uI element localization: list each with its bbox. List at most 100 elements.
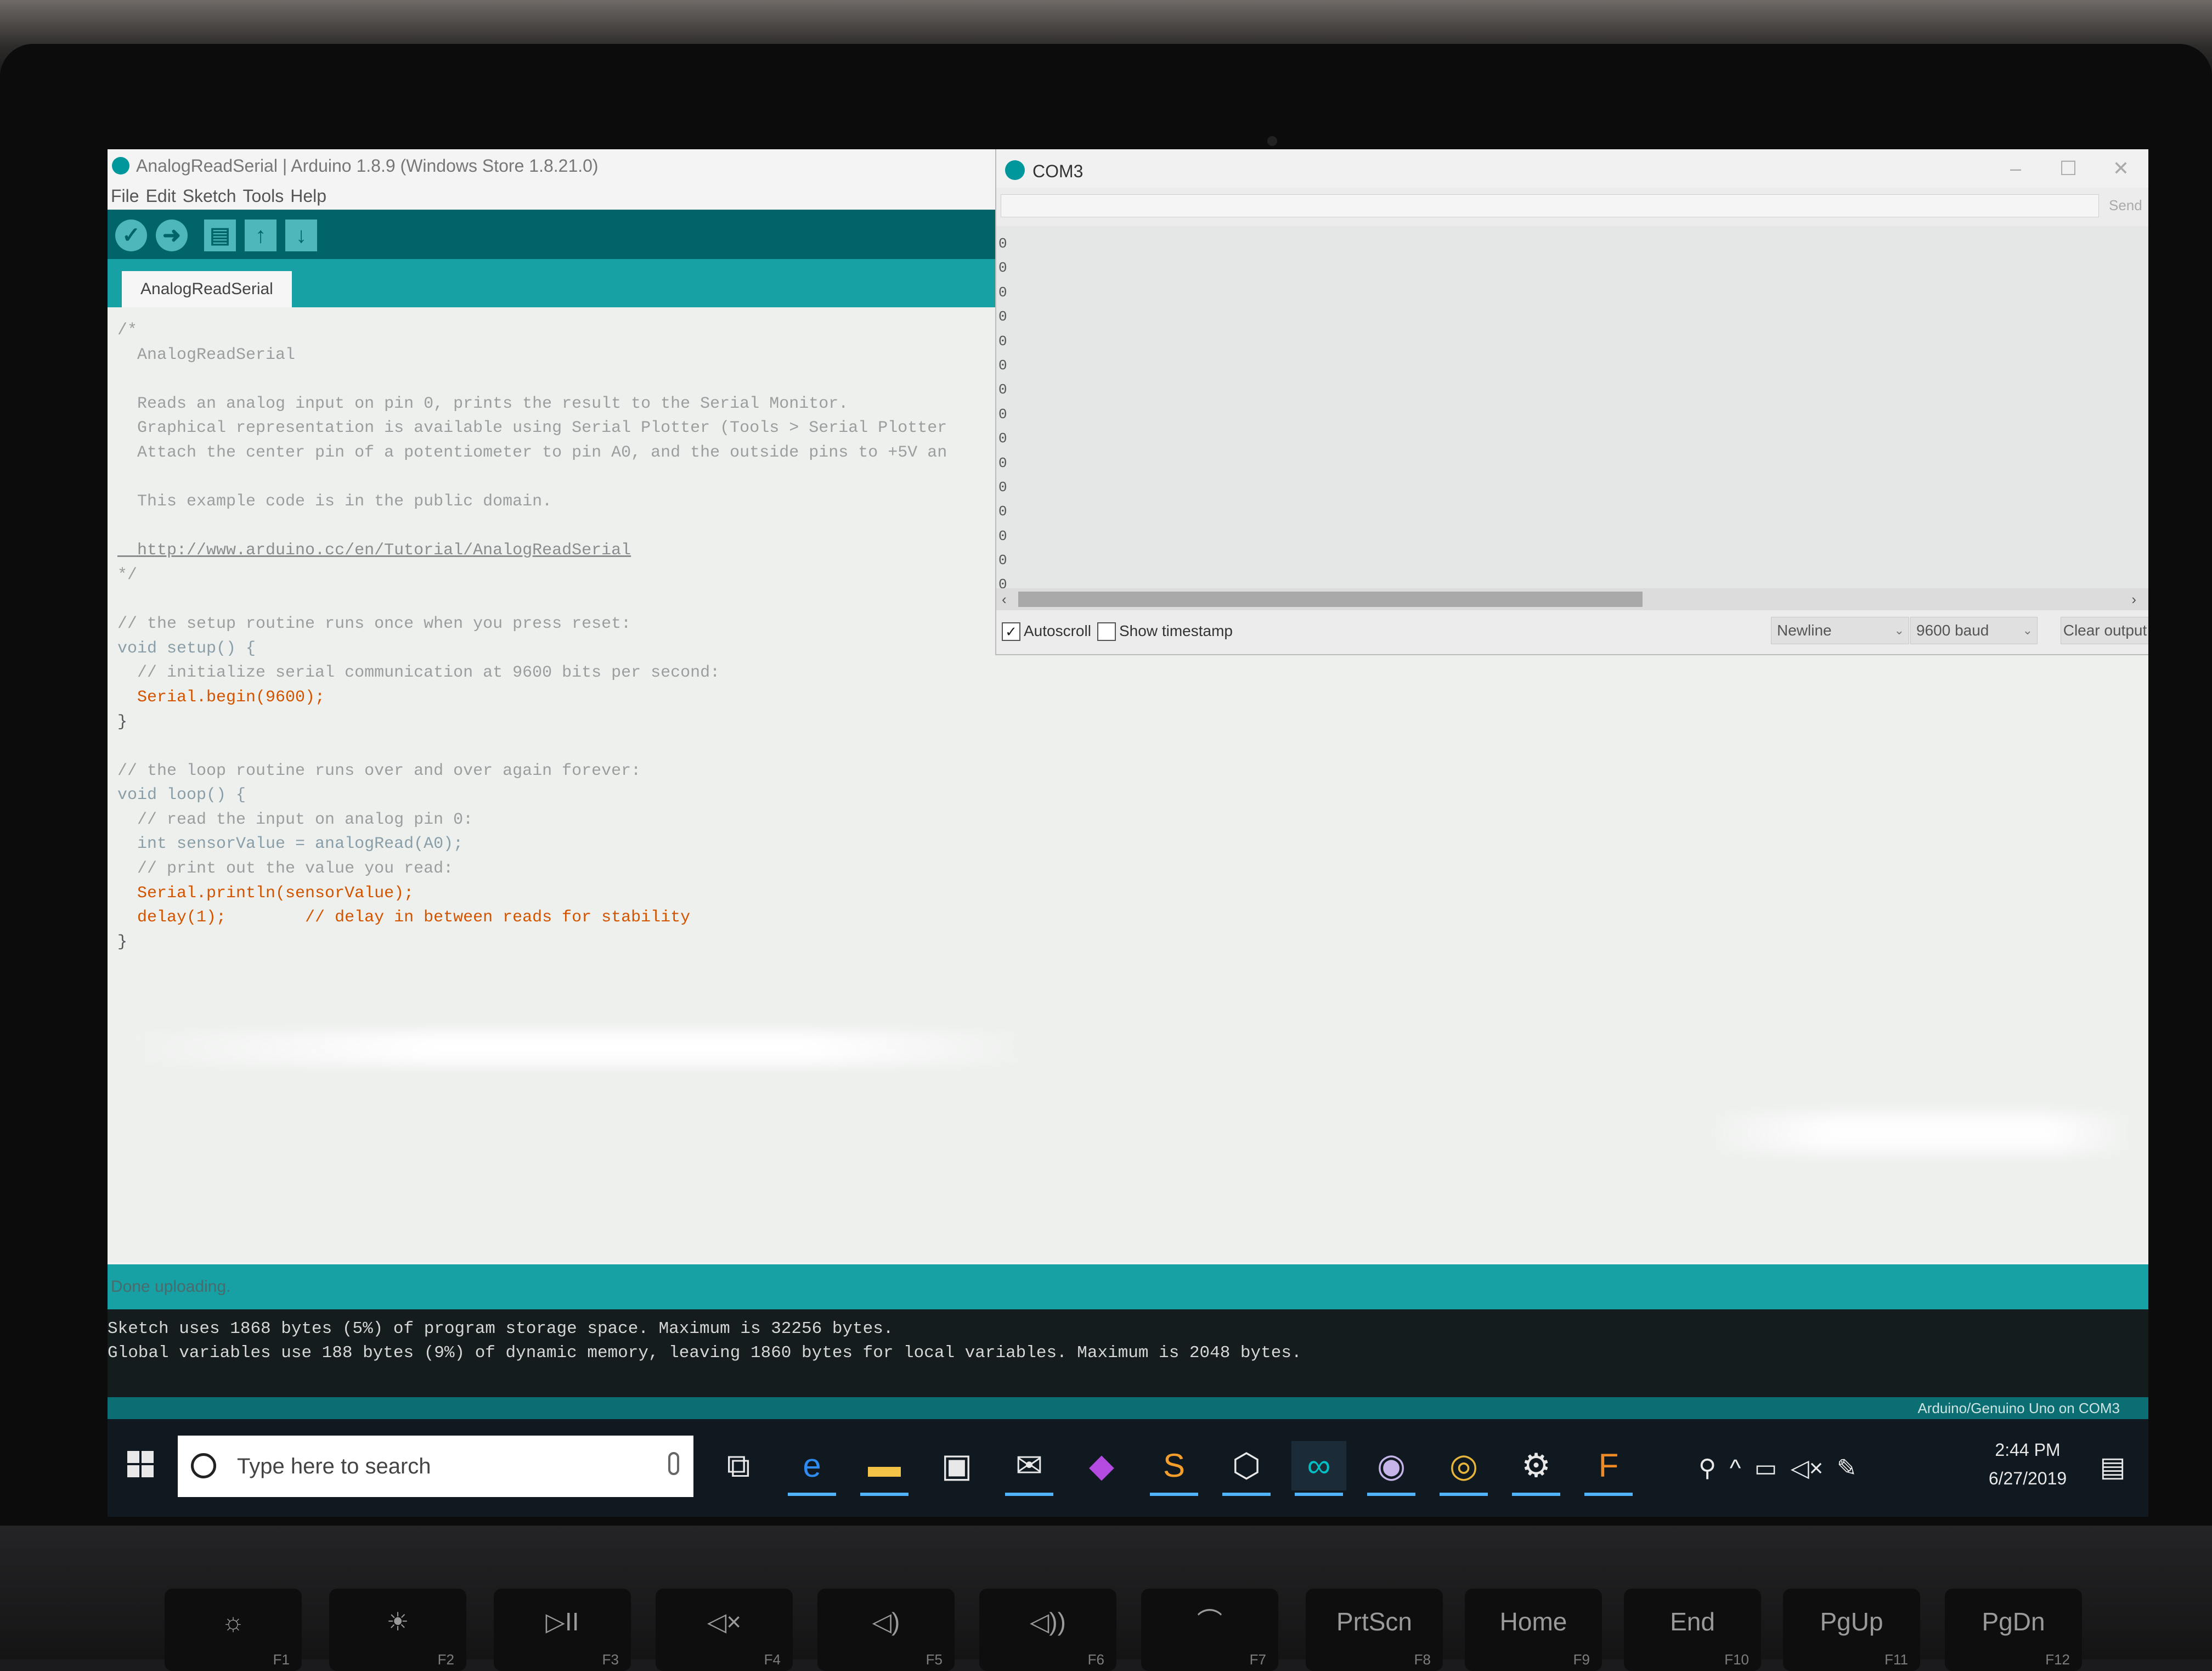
save-sketch-button[interactable]: ↓ xyxy=(285,220,317,251)
serial-output-line: 0 xyxy=(998,503,1007,520)
key-label: ▷II xyxy=(545,1607,579,1636)
windows-taskbar: Type here to search ⧉ e ▬ ▣ ✉ ◆ S ⬡ ∞ ◉ … xyxy=(108,1419,2148,1517)
keyboard: ☼ F1 ☀ F2 ▷II F3 ◁× F4 ◁) F5 ◁)) F6 ⌒ F7 PrtScn F8 Home F… xyxy=(0,1526,2212,1671)
maximize-icon: ☐ xyxy=(2059,157,2078,179)
code-text: /* AnalogReadSerial Reads an analog inpu… xyxy=(117,318,947,954)
serial-output-line: 0 xyxy=(998,308,1007,325)
volume-muted-icon[interactable]: ◁× xyxy=(1791,1455,1824,1482)
show-timestamp-checkbox[interactable] xyxy=(1097,622,1116,641)
keyboard-key[interactable]: ☀ F2 xyxy=(329,1589,466,1671)
sublime-icon[interactable]: S xyxy=(1147,1441,1201,1496)
key-fn-label: F8 xyxy=(1414,1651,1431,1668)
keyboard-key[interactable]: Home F9 xyxy=(1465,1589,1602,1671)
send-row: Send xyxy=(996,188,2148,226)
menu-tools[interactable]: Tools xyxy=(240,182,287,210)
store-icon[interactable]: ▣ xyxy=(929,1441,984,1490)
serial-output-line: 0 xyxy=(998,260,1007,277)
arduino-app-icon xyxy=(112,157,129,175)
menu-edit[interactable]: Edit xyxy=(143,182,179,210)
arrow-up-icon: ↑ xyxy=(255,223,266,247)
code-line: void setup() { xyxy=(117,639,256,658)
people-icon[interactable]: ⚲ xyxy=(1699,1455,1716,1482)
chrome-icon[interactable]: ◎ xyxy=(1436,1441,1491,1496)
code-line: Graphical representation is available us… xyxy=(117,419,947,438)
send-button[interactable]: Send xyxy=(2109,194,2148,216)
keyboard-key[interactable]: ▷II F3 xyxy=(494,1589,631,1671)
github-icon[interactable]: ◉ xyxy=(1364,1441,1419,1496)
mail-icon[interactable]: ✉ xyxy=(1002,1441,1057,1496)
keyboard-key[interactable]: ☼ F1 xyxy=(165,1589,302,1671)
code-line: int sensorValue = analogRead(A0); xyxy=(117,835,464,854)
battery-icon[interactable]: ▭ xyxy=(1754,1455,1778,1482)
webcam xyxy=(1267,136,1277,146)
upload-button[interactable]: ➜ xyxy=(156,220,188,251)
task-view-icon[interactable]: ⧉ xyxy=(711,1441,766,1490)
line-ending-select[interactable]: Newline ⌄ xyxy=(1771,617,1909,644)
menu-file[interactable]: File xyxy=(108,182,143,210)
serial-send-input[interactable] xyxy=(1001,194,2099,217)
scroll-left-icon[interactable]: ‹ xyxy=(1002,588,1007,610)
code-line: Serial.println(sensorValue); xyxy=(117,884,414,903)
taskbar-search-box[interactable]: Type here to search xyxy=(178,1436,693,1497)
paint3d-icon[interactable]: ◆ xyxy=(1074,1441,1129,1490)
edge-icon[interactable]: e xyxy=(785,1441,839,1496)
keyboard-key[interactable]: ◁× F4 xyxy=(656,1589,793,1671)
new-sketch-button[interactable]: ▤ xyxy=(204,220,236,251)
keyboard-key[interactable]: PgUp F11 xyxy=(1783,1589,1920,1671)
tab-analogreadserial[interactable]: AnalogReadSerial xyxy=(122,271,292,307)
search-placeholder: Type here to search xyxy=(237,1454,431,1478)
chevron-up-icon[interactable]: ^ xyxy=(1730,1455,1741,1482)
microphone-icon[interactable] xyxy=(668,1452,679,1475)
serial-output-line: 0 xyxy=(998,552,1007,569)
taskbar-clock[interactable]: 2:44 PM 6/27/2019 xyxy=(1973,1436,2083,1493)
verify-button[interactable]: ✓ xyxy=(115,220,147,251)
arduino-icon[interactable]: ∞ xyxy=(1291,1441,1346,1496)
keyboard-key[interactable]: PgDn F12 xyxy=(1945,1589,2082,1671)
code-line: delay(1); // delay in between reads for … xyxy=(117,908,691,927)
keyboard-key[interactable]: PrtScn F8 xyxy=(1306,1589,1443,1671)
arrow-right-icon: ➜ xyxy=(162,223,181,247)
clear-output-button[interactable]: Clear output xyxy=(2061,617,2148,644)
notification-icon[interactable]: ▤ xyxy=(2094,1448,2132,1486)
code-line: void loop() { xyxy=(117,786,246,805)
key-label: ⌒ xyxy=(1197,1607,1222,1636)
fusion-icon[interactable]: F xyxy=(1581,1441,1636,1496)
board-status-bar: Arduino/Genuino Uno on COM3 xyxy=(108,1397,2148,1419)
menu-sketch[interactable]: Sketch xyxy=(179,182,240,210)
ide-titlebar[interactable]: AnalogReadSerial | Arduino 1.8.9 (Window… xyxy=(108,149,996,182)
maximize-button[interactable]: ☐ xyxy=(2042,149,2095,188)
code-line: } xyxy=(117,932,128,952)
key-fn-label: F2 xyxy=(437,1651,454,1668)
key-fn-label: F5 xyxy=(926,1651,943,1668)
serial-output-area[interactable]: 000000000000000 xyxy=(996,226,2148,593)
board-port-label: Arduino/Genuino Uno on COM3 xyxy=(1917,1400,2120,1416)
scroll-right-icon[interactable]: › xyxy=(2131,588,2136,610)
key-fn-label: F9 xyxy=(1573,1651,1590,1668)
baud-rate-select[interactable]: 9600 baud ⌄ xyxy=(1910,617,2038,644)
ide-status-bar: Done uploading. xyxy=(108,1264,2148,1309)
key-fn-label: F6 xyxy=(1087,1651,1104,1668)
3d-viewer-icon[interactable]: ⬡ xyxy=(1219,1441,1274,1496)
code-line: Serial.begin(9600); xyxy=(117,688,325,707)
keyboard-key[interactable]: ◁)) F6 xyxy=(979,1589,1116,1671)
serial-output-line: 0 xyxy=(998,527,1007,544)
minimize-button[interactable]: – xyxy=(1989,149,2042,188)
system-tray: ⚲ ^ ▭ ◁× ✎ xyxy=(1699,1441,1857,1496)
autoscroll-checkbox[interactable]: ✓ xyxy=(1002,622,1020,641)
file-explorer-icon[interactable]: ▬ xyxy=(857,1441,912,1496)
keyboard-key[interactable]: ◁) F5 xyxy=(817,1589,955,1671)
scrollbar-thumb[interactable] xyxy=(1018,592,1643,607)
settings-icon[interactable]: ⚙ xyxy=(1509,1441,1564,1496)
keyboard-key[interactable]: ⌒ F7 xyxy=(1141,1589,1278,1671)
start-button[interactable] xyxy=(127,1451,155,1478)
code-line: // the setup routine runs once when you … xyxy=(117,615,631,634)
close-button[interactable]: ✕ xyxy=(2095,149,2147,188)
pen-icon[interactable]: ✎ xyxy=(1837,1455,1857,1482)
serial-titlebar[interactable]: COM3 – ☐ ✕ xyxy=(996,149,2148,188)
menu-help[interactable]: Help xyxy=(287,182,330,210)
open-sketch-button[interactable]: ↑ xyxy=(245,220,276,251)
code-line: // initialize serial communication at 96… xyxy=(117,663,720,683)
keyboard-key[interactable]: End F10 xyxy=(1624,1589,1761,1671)
horizontal-scrollbar[interactable]: ‹ › xyxy=(996,588,2148,610)
